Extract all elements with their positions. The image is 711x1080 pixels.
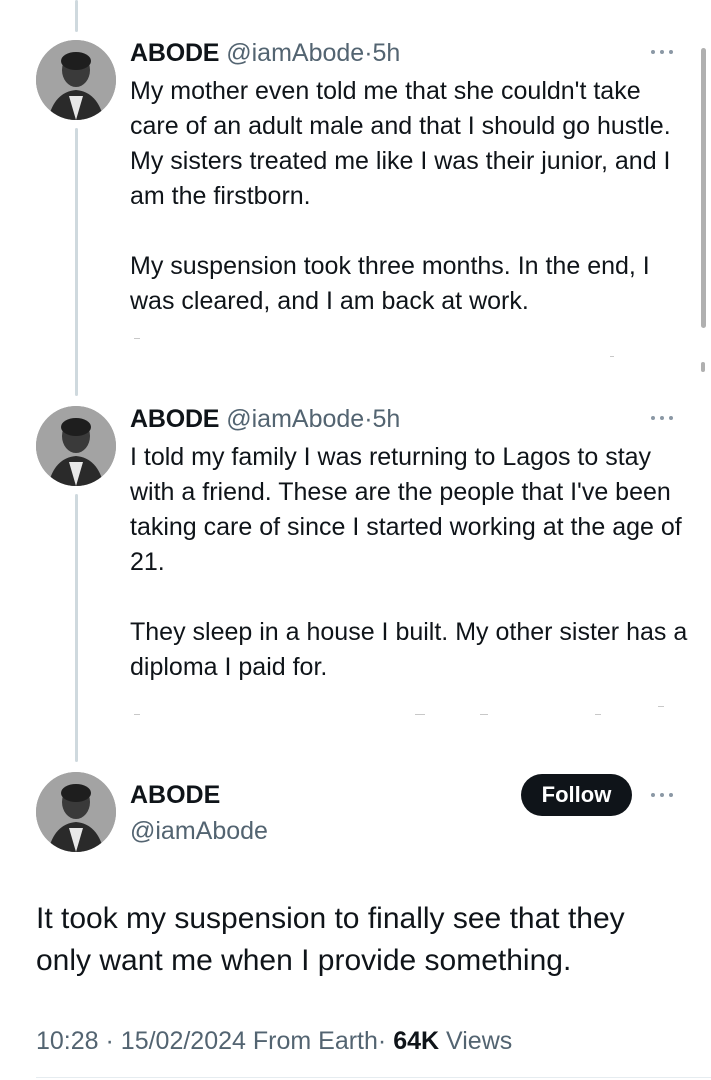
tweet-header: ABODE @iamAbode·5h [130,403,400,435]
scrollbar-thumb[interactable] [701,48,706,328]
separator: · [105,1027,114,1055]
tweet-location: From Earth [252,1027,378,1055]
more-horizontal-icon[interactable] [651,49,673,55]
views-label[interactable]: Views [446,1027,512,1055]
avatar[interactable] [36,406,116,486]
avatar[interactable] [36,40,116,120]
thread-line-2 [75,494,78,762]
tweet-meta: 10:28 · 15/02/2024 From Earth· 64K Views [36,1024,512,1058]
tweet-paragraph: I told my family I was returning to Lago… [130,443,682,576]
tweet-paragraph: My mother even told me that she couldn't… [130,77,671,210]
follow-button[interactable]: Follow [521,774,632,816]
divider [36,1077,711,1078]
author-handle[interactable]: @iamAbode [226,405,364,433]
author-name[interactable]: ABODE [130,39,219,67]
more-horizontal-icon[interactable] [651,792,673,798]
separator: · [377,1027,387,1055]
profile-photo [36,406,116,486]
author-name[interactable]: ABODE [130,778,220,812]
separator: · [364,39,373,67]
author-handle[interactable]: @iamAbode [130,814,268,848]
author-name[interactable]: ABODE [130,405,219,433]
tweet-paragraph: They sleep in a house I built. My other … [130,618,688,681]
thread-line-top [75,0,78,32]
views-count[interactable]: 64K [393,1027,439,1055]
tweet-time[interactable]: 5h [373,405,401,433]
tweet-time[interactable]: 5h [373,39,401,67]
tweet-header: ABODE @iamAbode·5h [130,37,400,69]
thread-line-1 [75,128,78,396]
scrollbar-mark [701,362,705,372]
tweet-date[interactable]: 15/02/2024 [121,1027,246,1055]
avatar[interactable] [36,772,116,852]
tweet-text: I told my family I was returning to Lago… [130,440,690,685]
tweet-text: My mother even told me that she couldn't… [130,74,690,319]
profile-photo [36,772,116,852]
more-horizontal-icon[interactable] [651,415,673,421]
profile-photo [36,40,116,120]
author-handle[interactable]: @iamAbode [226,39,364,67]
media-preview-edge [130,336,670,357]
separator: · [364,405,373,433]
main-tweet-text: It took my suspension to finally see tha… [36,902,625,977]
media-preview-edge [130,706,670,718]
tweet-paragraph: My suspension took three months. In the … [130,252,650,315]
tweet-timestamp[interactable]: 10:28 [36,1027,99,1055]
